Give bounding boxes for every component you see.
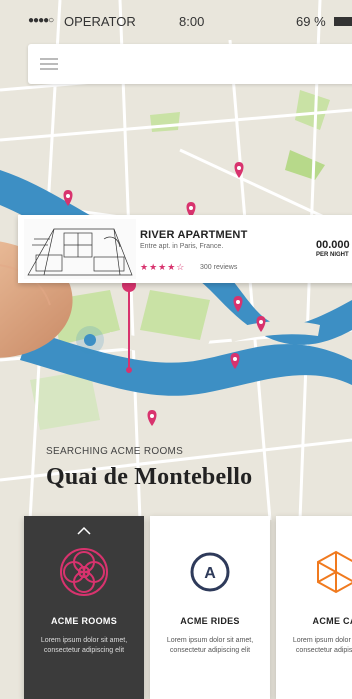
- price-unit: PER NIGHT: [316, 252, 349, 258]
- search-context-label: SEARCHING ACME ROOMS: [46, 446, 184, 457]
- listing-title: RIVER APARTMENT: [140, 229, 248, 241]
- map-pin-icon[interactable]: [147, 410, 157, 426]
- review-count: 300 reviews: [200, 264, 238, 271]
- map-pin-icon[interactable]: [63, 190, 73, 206]
- chevron-up-icon[interactable]: [76, 526, 92, 536]
- map-pin-icon[interactable]: [256, 316, 266, 332]
- map-pin-icon[interactable]: [234, 162, 244, 178]
- rating-stars-icon: ★★★★☆: [140, 262, 186, 272]
- battery-icon: [334, 17, 352, 26]
- card-acme-rides[interactable]: A ACME RIDES Lorem ipsum dolor sit amet,…: [150, 516, 270, 699]
- card-acme-rooms[interactable]: ACME ROOMS Lorem ipsum dolor sit amet, c…: [24, 516, 144, 699]
- card-description: Lorem ipsum dolor sit amet, consectetur …: [40, 637, 128, 654]
- status-bar: ●●●●○ OPERATOR 8:00 69 %: [0, 0, 352, 40]
- card-acme-cai[interactable]: ACME CAI Lorem ipsum dolor sit amet, con…: [276, 516, 352, 699]
- card-title: ACME ROOMS: [51, 616, 117, 626]
- map-pin-icon[interactable]: [233, 296, 243, 312]
- card-description: Lorem ipsum dolor sit amet, consectetur …: [292, 637, 352, 654]
- card-title: ACME CAI: [312, 616, 352, 626]
- signal-icon: ●●●●○: [28, 15, 54, 26]
- card-description: Lorem ipsum dolor sit amet, consectetur …: [166, 637, 254, 654]
- card-title: ACME RIDES: [180, 616, 240, 626]
- listing-subtitle: Entre apt. in Paris, France.: [140, 243, 224, 250]
- rooms-flower-icon: [60, 548, 108, 596]
- location-title: Quai de Montebello: [46, 464, 253, 490]
- carrier-label: OPERATOR: [64, 14, 136, 29]
- hamburger-menu-icon[interactable]: [40, 58, 58, 70]
- map-pin-icon[interactable]: [230, 353, 240, 369]
- app-screen: ●●●●○ OPERATOR 8:00 69 % RIVER APARTMENT…: [0, 0, 352, 699]
- cai-polygon-icon: [317, 550, 352, 594]
- category-carousel[interactable]: ACME ROOMS Lorem ipsum dolor sit amet, c…: [0, 512, 352, 699]
- listing-card[interactable]: RIVER APARTMENT Entre apt. in Paris, Fra…: [18, 215, 352, 283]
- battery-percent: 69 %: [296, 14, 326, 29]
- svg-text:A: A: [204, 565, 216, 582]
- listing-price: 00.000: [316, 239, 350, 251]
- search-bar[interactable]: [28, 44, 352, 84]
- clock: 8:00: [179, 14, 205, 29]
- rides-a-icon: A: [190, 552, 230, 592]
- apartment-sketch-image: [24, 219, 136, 279]
